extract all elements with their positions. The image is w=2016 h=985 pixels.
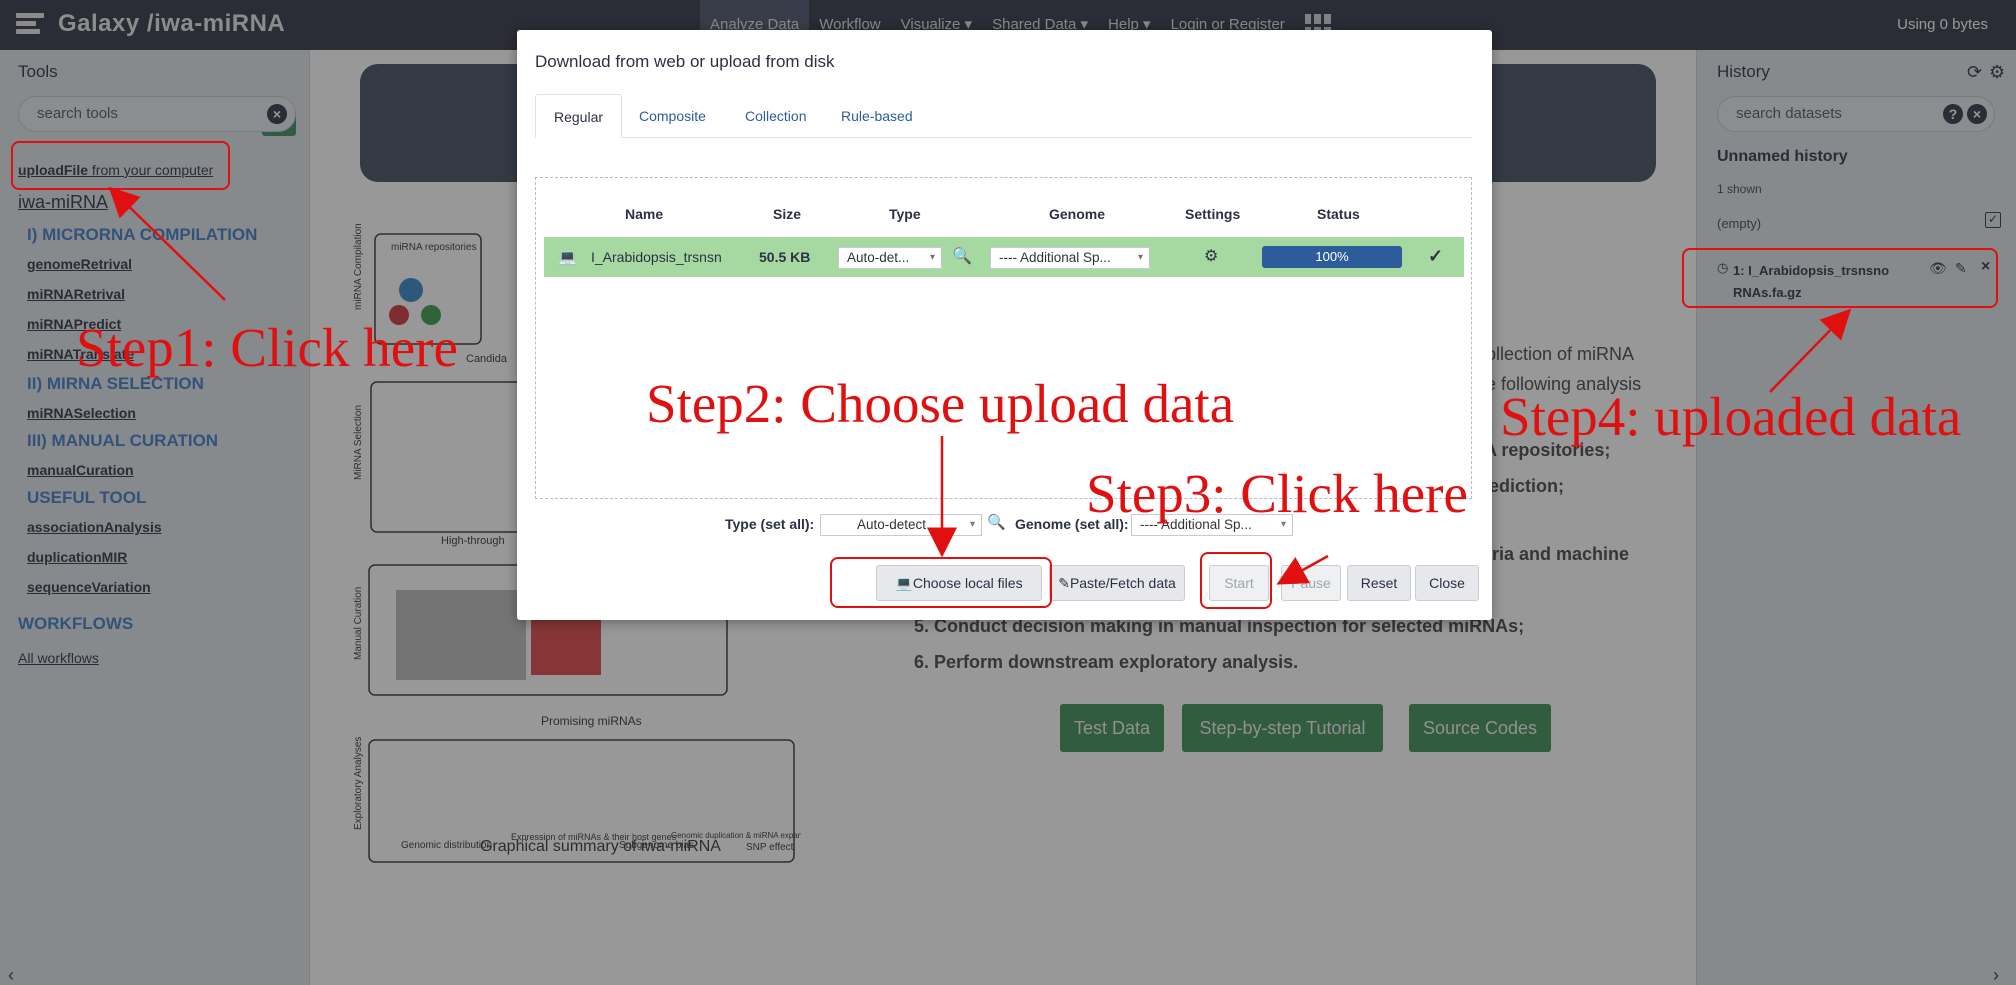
annotation-box-step2 [830,557,1052,608]
annotation-box-step3 [1200,552,1272,609]
search-icon[interactable]: 🔍 [952,246,972,266]
paste-fetch-button[interactable]: ✎Paste/Fetch data [1049,565,1185,601]
close-button[interactable]: Close [1415,565,1479,601]
paste-fetch-label: Paste/Fetch data [1069,575,1176,591]
type-set-all-select[interactable]: Auto-detect ▾ [820,514,982,536]
annotation-step4: Step4: uploaded data [1500,386,1962,447]
tab-regular[interactable]: Regular [535,94,623,138]
row-type-select[interactable]: Auto-det... ▾ [838,247,942,269]
annotation-step2: Step2: Choose upload data [646,373,1235,434]
row-name: I_Arabidopsis_trsnsn [591,249,722,265]
upload-modal: Download from web or upload from disk Re… [517,30,1492,620]
galaxy-window: Galaxy /iwa-miRNA Analyze Data Workflow … [0,0,2016,985]
annotation-step1: Step1: Click here [76,317,458,378]
tab-rule-based[interactable]: Rule-based [823,94,931,138]
col-size: Size [773,206,802,222]
upload-progress-bar: 100% [1262,246,1402,268]
row-genome-value: ---- Additional Sp... [999,250,1111,265]
col-genome: Genome [1049,206,1106,222]
edit-icon: ✎ [1058,575,1070,591]
upload-tabs: Regular Composite Collection Rule-based [535,94,1472,138]
tab-collection[interactable]: Collection [727,94,824,138]
annotation-step3: Step3: Click here [1086,463,1468,524]
check-icon: ✓ [1428,246,1444,266]
annotation-box-step4 [1682,248,1998,308]
col-settings: Settings [1185,206,1241,222]
laptop-icon: 💻 [558,249,577,266]
chevron-down-icon: ▾ [1137,252,1143,263]
col-type: Type [889,206,921,222]
annotation-box-step1 [11,141,230,190]
row-size: 50.5 KB [759,249,811,265]
row-genome-select[interactable]: ---- Additional Sp... ▾ [990,247,1150,269]
upload-row: 💻 I_Arabidopsis_trsnsn 50.5 KB Auto-det.… [544,237,1464,277]
type-set-all-value: Auto-detect [857,517,927,532]
chevron-down-icon: ▾ [929,252,935,263]
upload-drop-zone[interactable] [535,177,1472,499]
type-set-all-label: Type (set all): [725,516,815,532]
search-icon[interactable]: 🔍 [987,513,1006,531]
reset-button[interactable]: Reset [1347,565,1411,601]
col-status: Status [1317,206,1360,222]
col-name: Name [625,206,664,222]
chevron-down-icon: ▾ [969,519,975,530]
row-type-value: Auto-det... [847,250,910,265]
settings-gear-icon[interactable]: ⚙ [1204,246,1218,266]
pause-button[interactable]: Pause [1281,565,1341,601]
modal-title: Download from web or upload from disk [535,52,835,71]
tab-composite[interactable]: Composite [621,94,724,138]
